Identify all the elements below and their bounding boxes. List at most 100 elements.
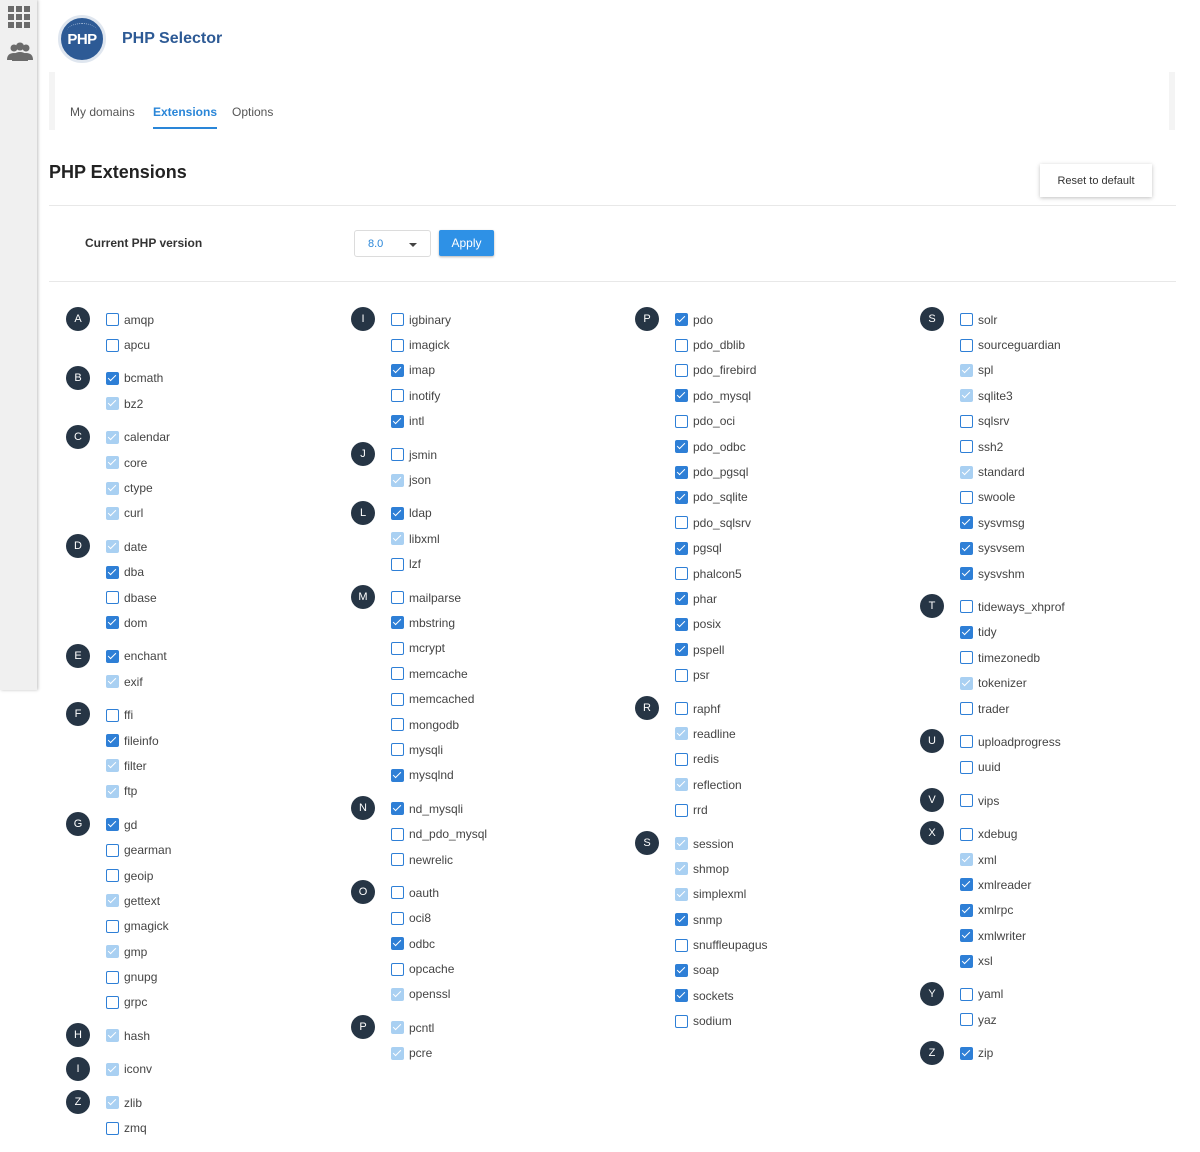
- extension-item-bz2[interactable]: bz2: [106, 391, 314, 416]
- extension-item-tokenizer[interactable]: tokenizer: [960, 670, 1168, 695]
- extension-item-yaz[interactable]: yaz: [960, 1007, 1168, 1032]
- extension-item-xdebug[interactable]: xdebug: [960, 821, 1168, 846]
- extension-item-filter[interactable]: filter: [106, 753, 314, 778]
- extension-item-timezonedb[interactable]: timezonedb: [960, 645, 1168, 670]
- extension-item-pdo-oci[interactable]: pdo_oci: [675, 409, 883, 434]
- extension-item-sqlsrv[interactable]: sqlsrv: [960, 409, 1168, 434]
- extension-item-openssl[interactable]: openssl: [391, 982, 599, 1007]
- extension-item-lzf[interactable]: lzf: [391, 552, 599, 577]
- extension-checkbox[interactable]: [960, 313, 973, 327]
- extension-item-memcache[interactable]: memcache: [391, 661, 599, 686]
- extension-checkbox[interactable]: [391, 827, 404, 841]
- extension-item-snuffleupagus[interactable]: snuffleupagus: [675, 932, 883, 957]
- extension-checkbox[interactable]: [675, 643, 688, 657]
- extension-item-phar[interactable]: phar: [675, 586, 883, 611]
- extension-checkbox[interactable]: [106, 869, 119, 882]
- extension-item-nd-pdo-mysql[interactable]: nd_pdo_mysql: [391, 821, 599, 846]
- extension-item-odbc[interactable]: odbc: [391, 931, 599, 956]
- extension-checkbox[interactable]: [391, 363, 404, 377]
- extension-item-bcmath[interactable]: bcmath: [106, 366, 314, 391]
- extension-item-pcntl[interactable]: pcntl: [391, 1015, 599, 1040]
- extension-item-apcu[interactable]: apcu: [106, 332, 314, 357]
- extension-item-tideways-xhprof[interactable]: tideways_xhprof: [960, 594, 1168, 619]
- extension-item-amqp[interactable]: amqp: [106, 307, 314, 332]
- extension-checkbox[interactable]: [960, 414, 973, 428]
- extension-checkbox[interactable]: [675, 465, 688, 479]
- extension-checkbox[interactable]: [675, 668, 688, 682]
- extension-checkbox[interactable]: [960, 929, 973, 943]
- extension-checkbox[interactable]: [960, 954, 973, 968]
- extension-checkbox[interactable]: [391, 389, 404, 403]
- extension-item-sysvshm[interactable]: sysvshm: [960, 561, 1168, 586]
- extension-item-dom[interactable]: dom: [106, 610, 314, 635]
- extension-item-pdo[interactable]: pdo: [675, 307, 883, 332]
- extension-item-enchant[interactable]: enchant: [106, 644, 314, 669]
- extension-checkbox[interactable]: [391, 557, 404, 571]
- extension-item-mcrypt[interactable]: mcrypt: [391, 636, 599, 661]
- extension-checkbox[interactable]: [106, 591, 119, 605]
- extension-item-mailparse[interactable]: mailparse: [391, 585, 599, 610]
- extension-item-fileinfo[interactable]: fileinfo: [106, 728, 314, 753]
- extension-checkbox[interactable]: [391, 886, 404, 900]
- extension-checkbox[interactable]: [106, 1121, 119, 1135]
- extension-item-oci8[interactable]: oci8: [391, 906, 599, 931]
- extension-checkbox[interactable]: [960, 827, 973, 841]
- extension-checkbox[interactable]: [960, 625, 973, 639]
- extension-item-shmop[interactable]: shmop: [675, 856, 883, 881]
- extension-item-nd-mysqli[interactable]: nd_mysqli: [391, 796, 599, 821]
- extension-item-ftp[interactable]: ftp: [106, 779, 314, 804]
- extension-item-oauth[interactable]: oauth: [391, 880, 599, 905]
- extension-item-rrd[interactable]: rrd: [675, 797, 883, 822]
- extension-item-xmlwriter[interactable]: xmlwriter: [960, 923, 1168, 948]
- extension-checkbox[interactable]: [391, 911, 404, 925]
- extension-item-xmlreader[interactable]: xmlreader: [960, 872, 1168, 897]
- extension-checkbox[interactable]: [106, 338, 119, 352]
- extension-item-trader[interactable]: trader: [960, 696, 1168, 721]
- extension-checkbox[interactable]: [106, 371, 119, 385]
- extension-item-soap[interactable]: soap: [675, 958, 883, 983]
- extension-item-xml[interactable]: xml: [960, 847, 1168, 872]
- extension-item-pgsql[interactable]: pgsql: [675, 536, 883, 561]
- extension-checkbox[interactable]: [675, 490, 688, 504]
- extension-item-solr[interactable]: solr: [960, 307, 1168, 332]
- apps-grid-icon[interactable]: [6, 4, 32, 30]
- extension-checkbox[interactable]: [391, 937, 404, 951]
- extension-item-sockets[interactable]: sockets: [675, 983, 883, 1008]
- extension-item-pdo-dblib[interactable]: pdo_dblib: [675, 332, 883, 357]
- extension-checkbox[interactable]: [391, 591, 404, 605]
- extension-item-calendar[interactable]: calendar: [106, 425, 314, 450]
- extension-item-sysvsem[interactable]: sysvsem: [960, 536, 1168, 561]
- extension-checkbox[interactable]: [106, 919, 119, 933]
- extension-checkbox[interactable]: [960, 760, 973, 774]
- tab-extensions[interactable]: Extensions: [153, 105, 218, 129]
- extension-checkbox[interactable]: [675, 938, 688, 952]
- extension-item-inotify[interactable]: inotify: [391, 383, 599, 408]
- extension-checkbox[interactable]: [960, 567, 973, 581]
- extension-item-dbase[interactable]: dbase: [106, 585, 314, 610]
- extension-item-mbstring[interactable]: mbstring: [391, 610, 599, 635]
- extension-checkbox[interactable]: [391, 641, 404, 655]
- extension-checkbox[interactable]: [960, 1046, 973, 1060]
- extension-checkbox[interactable]: [391, 414, 404, 428]
- extension-checkbox[interactable]: [960, 600, 973, 614]
- extension-item-sourceguardian[interactable]: sourceguardian: [960, 332, 1168, 357]
- extension-item-sodium[interactable]: sodium: [675, 1009, 883, 1034]
- extension-checkbox[interactable]: [106, 616, 119, 630]
- extension-checkbox[interactable]: [960, 878, 973, 892]
- extension-item-mysqli[interactable]: mysqli: [391, 737, 599, 762]
- extension-item-core[interactable]: core: [106, 450, 314, 475]
- extension-item-geoip[interactable]: geoip: [106, 863, 314, 888]
- extension-checkbox[interactable]: [960, 541, 973, 555]
- extension-checkbox[interactable]: [960, 516, 973, 530]
- extension-item-posix[interactable]: posix: [675, 612, 883, 637]
- extension-item-pdo-mysql[interactable]: pdo_mysql: [675, 383, 883, 408]
- extension-item-yaml[interactable]: yaml: [960, 982, 1168, 1007]
- extension-checkbox[interactable]: [391, 802, 404, 816]
- extension-checkbox[interactable]: [960, 794, 973, 808]
- extension-checkbox[interactable]: [391, 768, 404, 782]
- extension-checkbox[interactable]: [960, 490, 973, 504]
- extension-item-hash[interactable]: hash: [106, 1023, 314, 1048]
- extension-checkbox[interactable]: [106, 818, 119, 832]
- extension-checkbox[interactable]: [675, 803, 688, 817]
- extension-checkbox[interactable]: [675, 752, 688, 766]
